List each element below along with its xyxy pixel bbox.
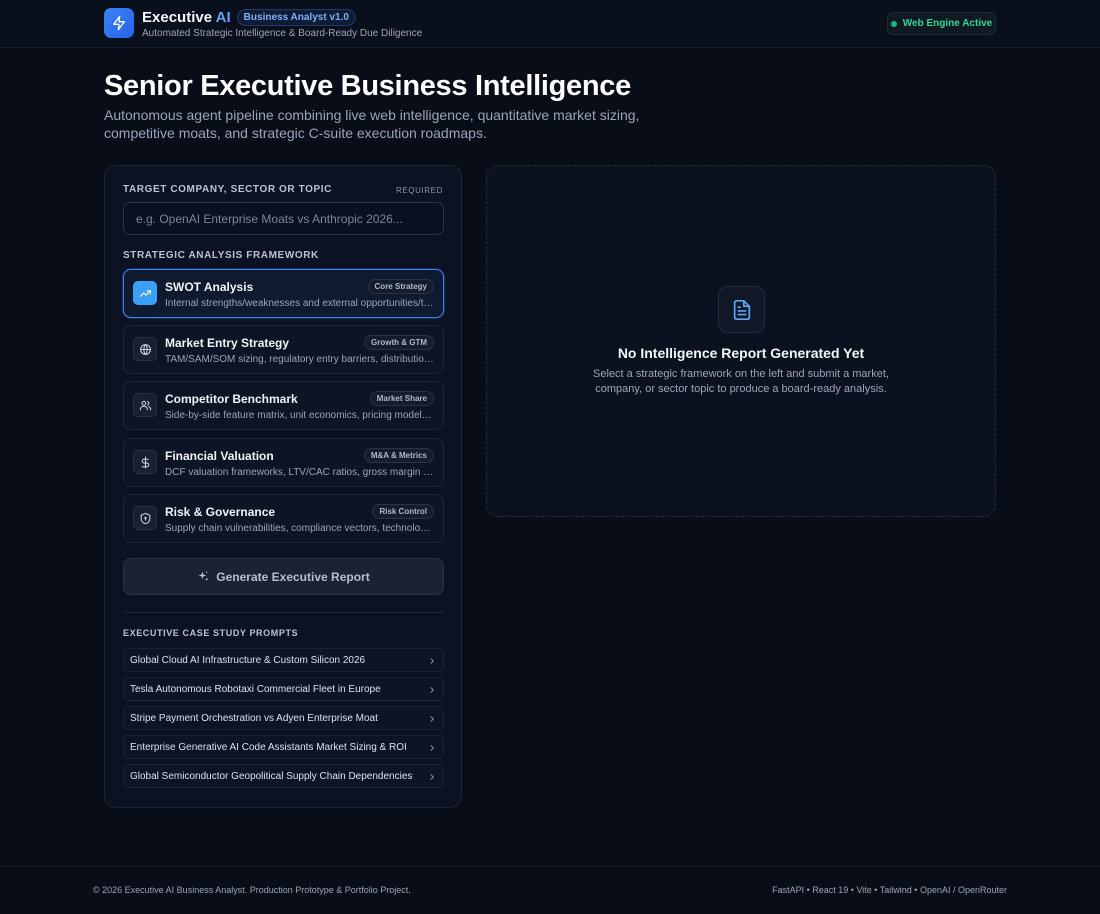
framework-title: Financial Valuation <box>165 449 274 463</box>
chevron-right-icon <box>430 658 435 664</box>
page-title: Senior Executive Business Intelligence <box>104 70 631 102</box>
tech-stack-text: FastAPI • React 19 • Vite • Tailwind • O… <box>772 885 1007 895</box>
framework-badge: Growth & GTM <box>364 335 434 350</box>
framework-description: Supply chain vulnerabilities, compliance… <box>165 523 435 534</box>
brand: Executive AI Business Analyst v1.0 <box>142 8 356 26</box>
prompt-text: Global Cloud AI Infrastructure & Custom … <box>130 655 366 666</box>
globe-icon <box>133 337 157 361</box>
chevron-right-icon <box>430 716 435 722</box>
prompt-text: Global Semiconductor Geopolitical Supply… <box>130 771 413 782</box>
framework-description: Internal strengths/weaknesses and extern… <box>165 298 435 309</box>
prompt-item[interactable]: Enterprise Generative AI Code Assistants… <box>123 735 444 759</box>
framework-badge: M&A & Metrics <box>363 448 434 463</box>
framework-description: TAM/SAM/SOM sizing, regulatory entry bar… <box>165 354 435 365</box>
dollar-icon <box>133 450 157 474</box>
framework-title: Risk & Governance <box>165 505 276 519</box>
framework-description: DCF valuation frameworks, LTV/CAC ratios… <box>165 467 435 478</box>
empty-state-title: No Intelligence Report Generated Yet <box>617 345 865 361</box>
shield-icon <box>133 506 157 530</box>
analysis-form-panel: Target Company, Sector or Topic Required… <box>104 165 462 808</box>
framework-label: Strategic Analysis Framework <box>123 250 319 261</box>
report-panel: No Intelligence Report Generated Yet Sel… <box>486 165 996 517</box>
prompt-item[interactable]: Global Semiconductor Geopolitical Supply… <box>123 764 444 788</box>
page-description: Autonomous agent pipeline combining live… <box>104 107 640 141</box>
prompt-item[interactable]: Global Cloud AI Infrastructure & Custom … <box>123 648 444 672</box>
prompt-text: Enterprise Generative AI Code Assistants… <box>130 742 407 753</box>
prompts-label: Executive Case Study Prompts <box>123 628 299 638</box>
divider <box>123 612 444 613</box>
prompt-text: Stripe Payment Orchestration vs Adyen En… <box>130 713 378 724</box>
brand-subtitle: Automated Strategic Intelligence & Board… <box>142 28 423 39</box>
generate-report-label: Generate Executive Report <box>216 569 370 584</box>
framework-title: Competitor Benchmark <box>165 392 298 406</box>
framework-badge: Market Share <box>369 391 434 406</box>
generate-report-button[interactable]: Generate Executive Report <box>123 558 444 595</box>
status-badge: Web Engine Active <box>887 12 996 35</box>
framework-description: Side-by-side feature matrix, unit econom… <box>165 410 435 421</box>
app-header: Executive AI Business Analyst v1.0 Autom… <box>0 0 1100 48</box>
chevron-right-icon <box>430 774 435 780</box>
required-label: Required <box>395 186 443 195</box>
status-text: Web Engine Active <box>902 18 993 29</box>
lightning-icon <box>113 15 125 31</box>
status-dot-icon <box>890 20 897 27</box>
topic-input[interactable] <box>123 202 444 235</box>
document-icon <box>718 286 765 333</box>
trending-up-icon <box>133 281 157 305</box>
framework-card-swot[interactable]: SWOT Analysis Core Strategy Internal str… <box>123 269 444 318</box>
chevron-right-icon <box>430 687 435 693</box>
framework-card-competitor[interactable]: Competitor Benchmark Market Share Side-b… <box>123 381 444 430</box>
framework-badge: Risk Control <box>372 504 434 519</box>
sparkles-icon <box>198 571 209 581</box>
version-badge: Business Analyst v1.0 <box>236 8 356 26</box>
app-footer: © 2026 Executive AI Business Analyst. Pr… <box>0 866 1100 914</box>
copyright-text: © 2026 Executive AI Business Analyst. Pr… <box>93 885 411 895</box>
prompt-item[interactable]: Stripe Payment Orchestration vs Adyen En… <box>123 706 444 730</box>
empty-state-description: Select a strategic framework on the left… <box>593 368 889 395</box>
brand-name: Executive AI <box>142 8 231 26</box>
framework-card-market-entry[interactable]: Market Entry Strategy Growth & GTM TAM/S… <box>123 325 444 374</box>
framework-card-financial[interactable]: Financial Valuation M&A & Metrics DCF va… <box>123 438 444 487</box>
prompt-item[interactable]: Tesla Autonomous Robotaxi Commercial Fle… <box>123 677 444 701</box>
framework-card-risk[interactable]: Risk & Governance Risk Control Supply ch… <box>123 494 444 543</box>
framework-badge: Core Strategy <box>367 279 434 294</box>
users-icon <box>133 393 157 417</box>
framework-title: SWOT Analysis <box>165 280 254 294</box>
chevron-right-icon <box>430 745 435 751</box>
topic-label: Target Company, Sector or Topic <box>123 184 332 195</box>
logo[interactable] <box>104 8 134 38</box>
framework-title: Market Entry Strategy <box>165 336 290 350</box>
prompt-text: Tesla Autonomous Robotaxi Commercial Fle… <box>130 684 381 695</box>
